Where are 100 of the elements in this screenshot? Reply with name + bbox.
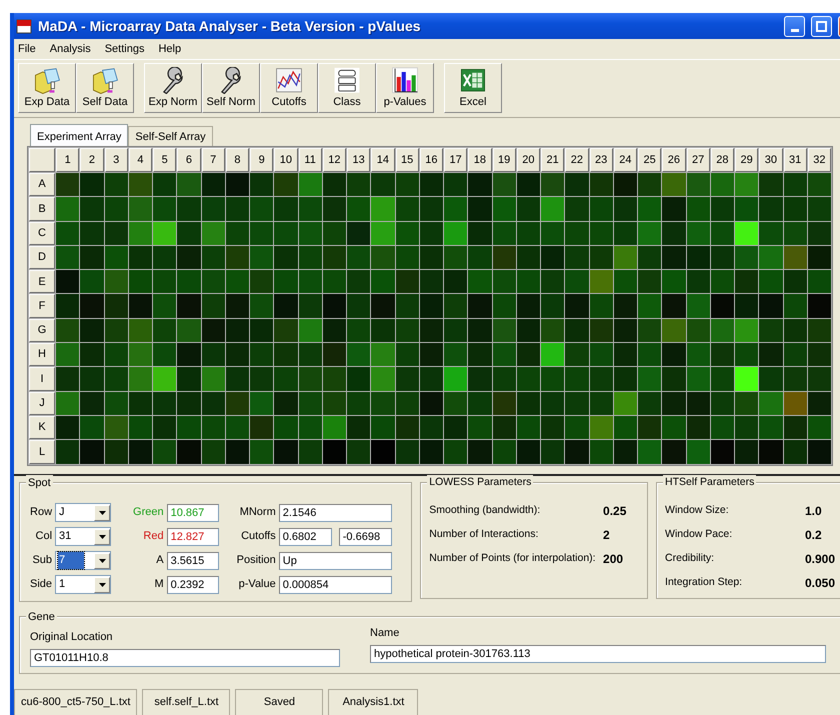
array-spot[interactable] bbox=[250, 197, 274, 221]
array-spot[interactable] bbox=[153, 416, 176, 440]
array-spot[interactable] bbox=[298, 367, 322, 391]
value-field[interactable]: 0.2392 bbox=[166, 576, 219, 594]
array-spot[interactable] bbox=[56, 294, 80, 318]
array-spot[interactable] bbox=[128, 392, 152, 415]
array-spot[interactable] bbox=[128, 270, 152, 294]
array-spot[interactable] bbox=[250, 343, 274, 366]
menu-item[interactable]: File bbox=[18, 40, 36, 58]
array-spot[interactable] bbox=[590, 197, 613, 221]
array-spot[interactable] bbox=[516, 416, 540, 440]
array-spot[interactable] bbox=[153, 294, 176, 318]
array-spot[interactable] bbox=[710, 197, 734, 221]
array-spot[interactable] bbox=[420, 197, 443, 221]
array-spot[interactable] bbox=[153, 246, 176, 270]
array-spot[interactable] bbox=[614, 416, 637, 440]
array-spot[interactable] bbox=[420, 440, 443, 464]
array-spot[interactable] bbox=[662, 270, 686, 294]
array-spot[interactable] bbox=[808, 173, 831, 196]
array-spot[interactable] bbox=[420, 392, 443, 415]
array-spot[interactable] bbox=[541, 270, 564, 294]
array-spot[interactable] bbox=[735, 246, 758, 270]
array-spot[interactable] bbox=[614, 294, 637, 318]
array-spot[interactable] bbox=[104, 270, 128, 294]
array-spot[interactable] bbox=[468, 246, 492, 270]
array-spot[interactable] bbox=[153, 343, 176, 366]
array-spot[interactable] bbox=[250, 294, 274, 318]
array-spot[interactable] bbox=[710, 416, 734, 440]
array-spot[interactable] bbox=[396, 318, 419, 342]
array-spot[interactable] bbox=[662, 343, 686, 366]
array-spot[interactable] bbox=[298, 343, 322, 366]
array-spot[interactable] bbox=[128, 246, 152, 270]
array-spot[interactable] bbox=[128, 173, 152, 196]
array-spot[interactable] bbox=[274, 392, 298, 415]
array-spot[interactable] bbox=[444, 197, 468, 221]
array-spot[interactable] bbox=[735, 270, 758, 294]
value-field[interactable]: 12.827 bbox=[166, 528, 219, 546]
array-spot[interactable] bbox=[420, 246, 443, 270]
array-spot[interactable] bbox=[516, 270, 540, 294]
maximize-button[interactable] bbox=[811, 16, 832, 36]
array-spot[interactable] bbox=[444, 416, 468, 440]
array-spot[interactable] bbox=[614, 440, 637, 464]
array-spot[interactable] bbox=[420, 270, 443, 294]
array-spot[interactable] bbox=[202, 294, 225, 318]
array-spot[interactable] bbox=[56, 318, 80, 342]
array-spot[interactable] bbox=[492, 343, 516, 366]
array-spot[interactable] bbox=[468, 222, 492, 245]
array-spot[interactable] bbox=[784, 367, 807, 391]
array-spot[interactable] bbox=[396, 222, 419, 245]
array-spot[interactable] bbox=[104, 440, 128, 464]
array-spot[interactable] bbox=[298, 416, 322, 440]
array-spot[interactable] bbox=[759, 270, 782, 294]
array-spot[interactable] bbox=[153, 197, 176, 221]
array-spot[interactable] bbox=[686, 416, 710, 440]
array-spot[interactable] bbox=[177, 343, 200, 366]
array-spot[interactable] bbox=[686, 343, 710, 366]
array-spot[interactable] bbox=[153, 173, 176, 196]
array-spot[interactable] bbox=[808, 367, 831, 391]
array-spot[interactable] bbox=[590, 440, 613, 464]
array-spot[interactable] bbox=[759, 173, 782, 196]
array-spot[interactable] bbox=[226, 416, 249, 440]
array-spot[interactable] bbox=[202, 197, 225, 221]
array-spot[interactable] bbox=[784, 440, 807, 464]
array-spot[interactable] bbox=[250, 367, 274, 391]
array-spot[interactable] bbox=[808, 343, 831, 366]
array-spot[interactable] bbox=[784, 222, 807, 245]
array-spot[interactable] bbox=[808, 222, 831, 245]
array-spot[interactable] bbox=[808, 318, 831, 342]
array-spot[interactable] bbox=[468, 343, 492, 366]
array-spot[interactable] bbox=[56, 270, 80, 294]
array-spot[interactable] bbox=[516, 173, 540, 196]
array-spot[interactable] bbox=[250, 246, 274, 270]
array-spot[interactable] bbox=[347, 246, 370, 270]
value-field[interactable]: Up bbox=[278, 552, 392, 570]
array-spot[interactable] bbox=[347, 318, 370, 342]
array-spot[interactable] bbox=[541, 440, 564, 464]
array-spot[interactable] bbox=[104, 197, 128, 221]
array-spot[interactable] bbox=[396, 246, 419, 270]
array-spot[interactable] bbox=[492, 294, 516, 318]
array-spot[interactable] bbox=[686, 173, 710, 196]
array-spot[interactable] bbox=[590, 246, 613, 270]
text-field[interactable]: hypothetical protein-301763.113 bbox=[370, 645, 826, 664]
array-spot[interactable] bbox=[444, 246, 468, 270]
value-field[interactable]: -0.6698 bbox=[338, 528, 392, 546]
array-spot[interactable] bbox=[444, 440, 468, 464]
array-spot[interactable] bbox=[541, 392, 564, 415]
array-spot[interactable] bbox=[565, 392, 588, 415]
array-spot[interactable] bbox=[153, 440, 176, 464]
array-spot[interactable] bbox=[347, 416, 370, 440]
array-spot[interactable] bbox=[347, 440, 370, 464]
array-spot[interactable] bbox=[56, 246, 80, 270]
array-spot[interactable] bbox=[80, 173, 104, 196]
array-spot[interactable] bbox=[56, 222, 80, 245]
array-spot[interactable] bbox=[444, 392, 468, 415]
array-spot[interactable] bbox=[759, 416, 782, 440]
array-spot[interactable] bbox=[735, 197, 758, 221]
array-spot[interactable] bbox=[735, 440, 758, 464]
array-spot[interactable] bbox=[202, 173, 225, 196]
menu-item[interactable]: Settings bbox=[104, 40, 144, 58]
array-spot[interactable] bbox=[590, 318, 613, 342]
